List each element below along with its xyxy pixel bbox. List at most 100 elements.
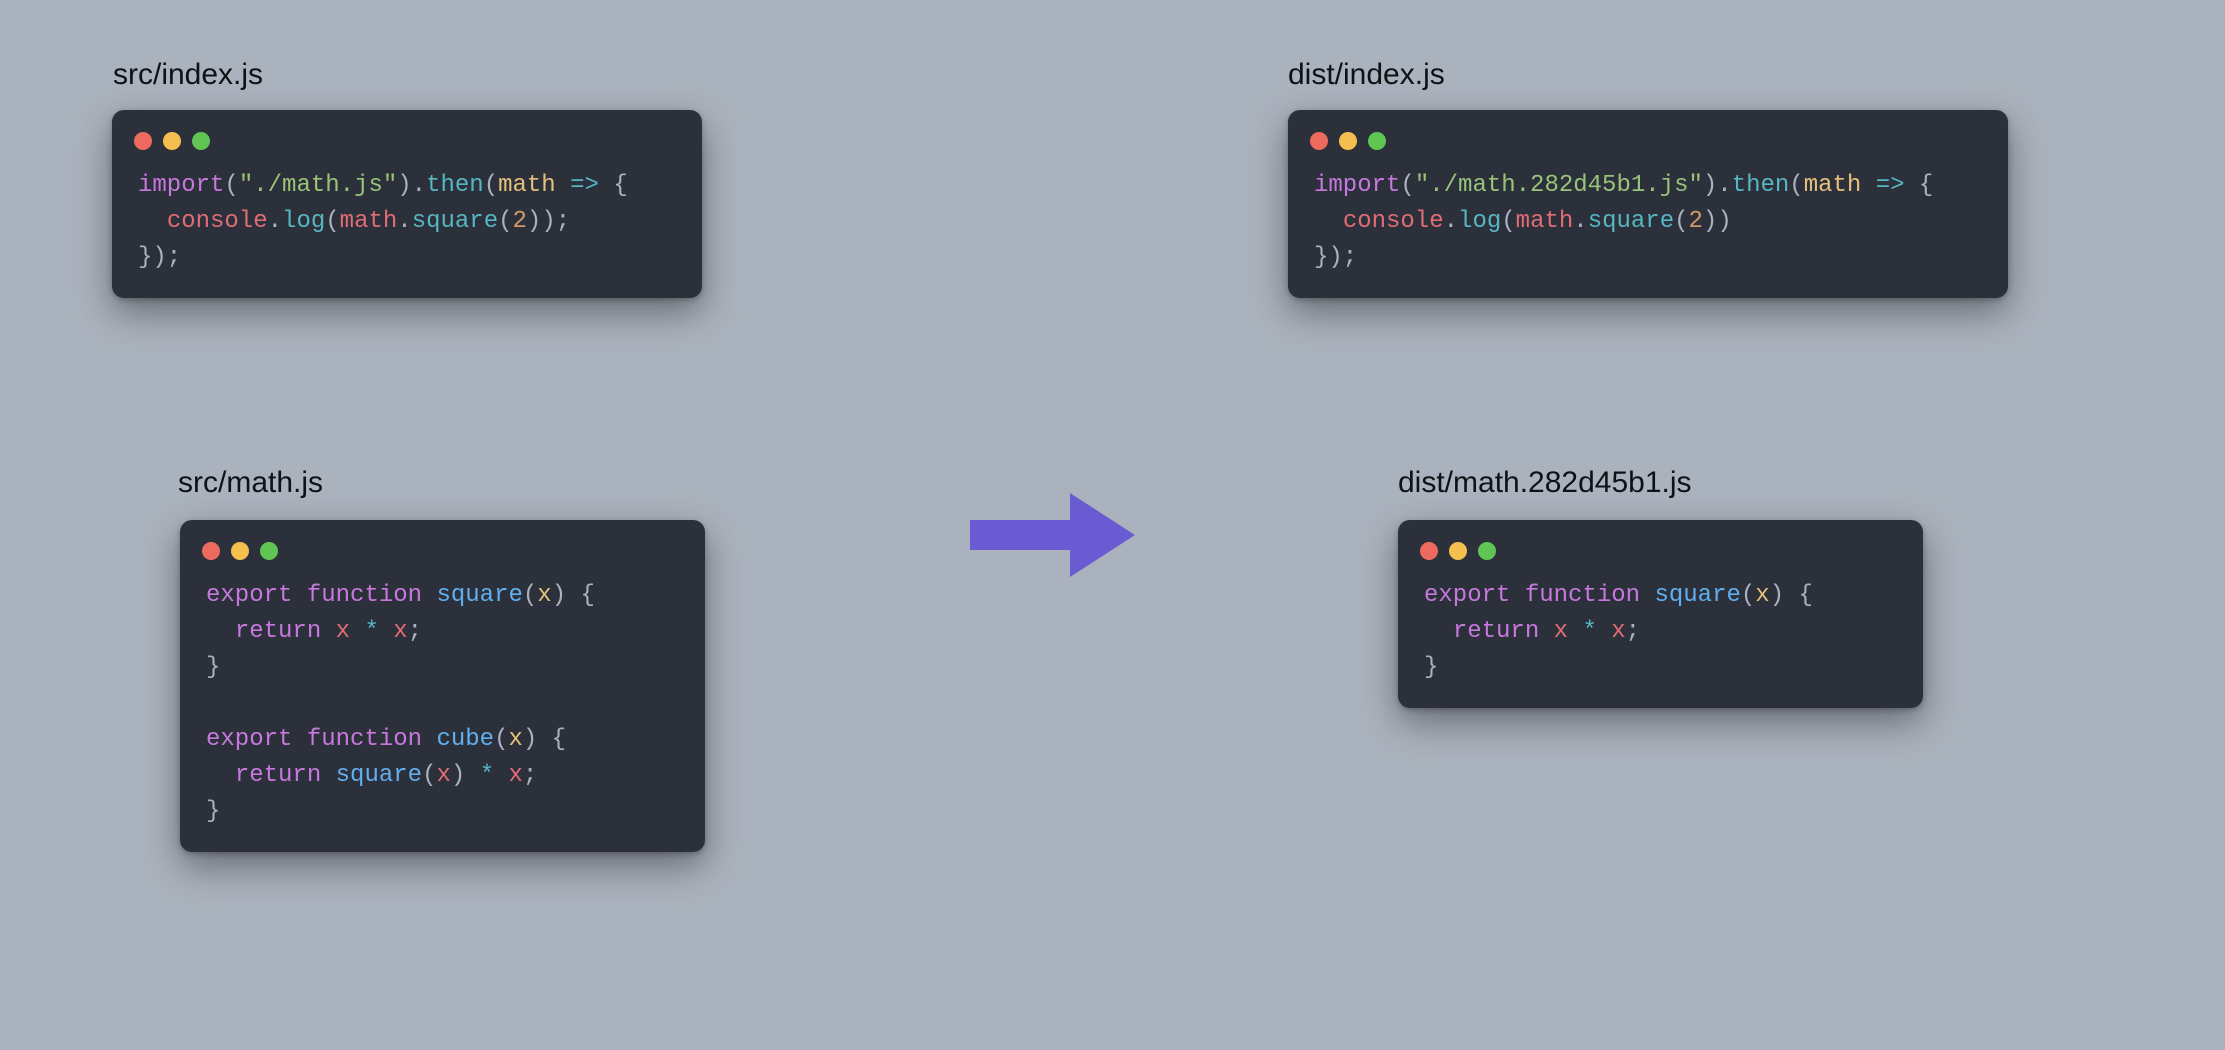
code-token: ( (494, 726, 508, 753)
code-token: 2 (1689, 208, 1703, 235)
code-token: function (307, 582, 422, 609)
code-token: ) { (523, 726, 566, 753)
code-window-src-index: import("./math.js").then(math => { conso… (112, 110, 702, 298)
code-token: ; (523, 762, 537, 789)
code-token: )); (527, 208, 570, 235)
traffic-light-red-icon (1310, 132, 1328, 150)
code-token: ( (224, 172, 238, 199)
code-token: console (167, 208, 268, 235)
code-token: 2 (513, 208, 527, 235)
code-token: ( (523, 582, 537, 609)
code-token: log (1458, 208, 1501, 235)
code-token: cube (436, 726, 494, 753)
code-token (292, 726, 306, 753)
window-traffic-lights (112, 128, 702, 168)
code-token (138, 208, 167, 235)
code-token: log (282, 208, 325, 235)
traffic-light-yellow-icon (1449, 542, 1467, 560)
code-token: ( (422, 762, 436, 789)
traffic-light-yellow-icon (163, 132, 181, 150)
code-token (350, 618, 364, 645)
code-token: ( (325, 208, 339, 235)
label-src-math: src/math.js (178, 466, 323, 500)
traffic-light-red-icon (134, 132, 152, 150)
code-token: then (426, 172, 484, 199)
code-token: ). (397, 172, 426, 199)
code-token: ) { (552, 582, 595, 609)
code-token: * (364, 618, 378, 645)
code-token: square (412, 208, 498, 235)
code-token (206, 618, 235, 645)
traffic-light-red-icon (202, 542, 220, 560)
code-token: export (206, 726, 292, 753)
code-token: ( (1501, 208, 1515, 235)
code-token: square (1588, 208, 1674, 235)
code-token: } (1424, 654, 1438, 681)
code-token: ( (1741, 582, 1755, 609)
code-token: } (206, 654, 220, 681)
traffic-light-green-icon (1478, 542, 1496, 560)
code-token: math (340, 208, 398, 235)
code-token: => (570, 172, 599, 199)
code-token: square (436, 582, 522, 609)
label-dist-math: dist/math.282d45b1.js (1398, 466, 1692, 500)
label-src-index: src/index.js (113, 58, 263, 92)
code-token: function (1525, 582, 1640, 609)
traffic-light-green-icon (260, 542, 278, 560)
code-token: )) (1703, 208, 1732, 235)
code-token: x (537, 582, 551, 609)
code-token: ( (498, 208, 512, 235)
code-token (321, 762, 335, 789)
code-token: math (1516, 208, 1574, 235)
code-token (321, 618, 335, 645)
code-token (494, 762, 508, 789)
code-token: ( (1674, 208, 1688, 235)
code-token (1597, 618, 1611, 645)
code-token (422, 726, 436, 753)
code-token: ( (1400, 172, 1414, 199)
code-token: then (1732, 172, 1790, 199)
code-token: "./math.js" (239, 172, 397, 199)
code-token: . (268, 208, 282, 235)
code-token: x (336, 618, 350, 645)
code-token: { (1905, 172, 1934, 199)
code-token (422, 582, 436, 609)
code-token: square (1654, 582, 1740, 609)
code-token (206, 762, 235, 789)
code-token (1539, 618, 1553, 645)
code-token (1861, 172, 1875, 199)
code-token: ; (408, 618, 422, 645)
code-token (1568, 618, 1582, 645)
code-token: . (397, 208, 411, 235)
code-token: x (1755, 582, 1769, 609)
code-token: * (480, 762, 494, 789)
code-token: ) { (1770, 582, 1813, 609)
code-token: "./math.282d45b1.js" (1415, 172, 1703, 199)
code-token: import (1314, 172, 1400, 199)
traffic-light-green-icon (1368, 132, 1386, 150)
code-token: x (393, 618, 407, 645)
code-token: => (1876, 172, 1905, 199)
code-token (1510, 582, 1524, 609)
code-token: ( (1789, 172, 1803, 199)
code-token: x (508, 726, 522, 753)
code-token: return (235, 762, 321, 789)
code-token: export (1424, 582, 1510, 609)
transform-arrow-icon (960, 475, 1145, 600)
code-token (1640, 582, 1654, 609)
code-token: math (498, 172, 556, 199)
code-token: return (235, 618, 321, 645)
code-token: }); (138, 244, 181, 271)
code-token: function (307, 726, 422, 753)
code-token: x (1554, 618, 1568, 645)
code-token: x (1611, 618, 1625, 645)
code-token: math (1804, 172, 1862, 199)
code-token: } (206, 798, 220, 825)
code-window-dist-math: export function square(x) { return x * x… (1398, 520, 1923, 708)
code-token: . (1573, 208, 1587, 235)
code-window-src-math: export function square(x) { return x * x… (180, 520, 705, 852)
code-token: { (599, 172, 628, 199)
traffic-light-yellow-icon (1339, 132, 1357, 150)
code-token: * (1582, 618, 1596, 645)
code-token: }); (1314, 244, 1357, 271)
